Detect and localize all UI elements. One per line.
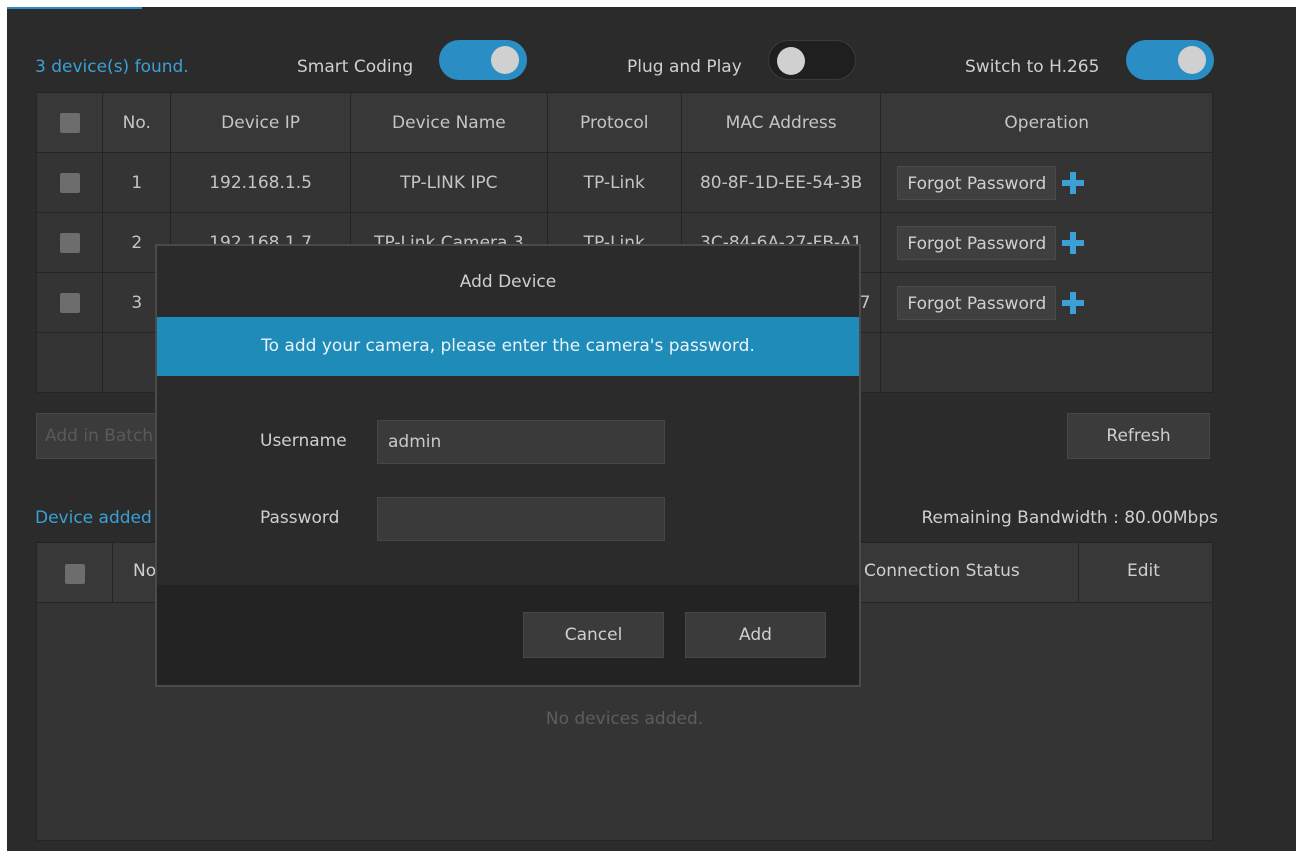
checkbox-icon xyxy=(59,292,80,313)
add-device-dialog: Add Device To add your camera, please en… xyxy=(155,244,861,687)
remaining-bandwidth: Remaining Bandwidth : 80.00Mbps xyxy=(921,508,1219,528)
toggle-knob xyxy=(777,47,805,75)
no-devices-message: No devices added. xyxy=(545,709,704,729)
cell-name: TP-LINK IPC xyxy=(350,152,548,213)
forgot-password-button[interactable]: Forgot Password xyxy=(897,165,1057,200)
forgot-password-button[interactable]: Forgot Password xyxy=(897,225,1057,260)
cancel-button[interactable]: Cancel xyxy=(523,612,664,658)
smart-coding-label: Smart Coding xyxy=(297,57,414,77)
col-operation: Operation xyxy=(880,92,1213,153)
add-device-plus-icon[interactable] xyxy=(1062,291,1085,314)
cell-ip: 192.168.1.5 xyxy=(170,152,352,213)
username-input[interactable] xyxy=(377,420,665,464)
switch-h265-label: Switch to H.265 xyxy=(965,57,1100,77)
cell-no: 1 xyxy=(102,152,172,213)
toggle-knob xyxy=(491,46,519,74)
empty-cell xyxy=(35,332,104,393)
checkbox-icon xyxy=(64,563,85,584)
cell-operation: Forgot Password xyxy=(880,212,1213,273)
dialog-title: Add Device xyxy=(459,272,557,292)
dialog-instruction-banner: To add your camera, please enter the cam… xyxy=(157,317,859,376)
device-added-title: Device added xyxy=(35,508,152,528)
table-header-row: No. Device IP Device Name Protocol MAC A… xyxy=(35,92,1213,153)
select-all-added-checkbox[interactable] xyxy=(37,543,113,602)
col-device-name: Device Name xyxy=(350,92,548,153)
row-checkbox[interactable] xyxy=(35,272,104,333)
checkbox-icon xyxy=(59,172,80,193)
col-protocol: Protocol xyxy=(546,92,682,153)
col-no: No. xyxy=(102,92,172,153)
active-tab-indicator xyxy=(7,7,142,9)
toggle-knob xyxy=(1178,46,1206,74)
add-device-plus-icon[interactable] xyxy=(1062,231,1085,254)
devices-found-count: 3 device(s) found. xyxy=(35,57,189,77)
row-checkbox[interactable] xyxy=(35,152,104,213)
cell-operation: Forgot Password xyxy=(880,152,1213,213)
row-checkbox[interactable] xyxy=(35,212,104,273)
username-label: Username xyxy=(260,431,347,451)
col-edit: Edit xyxy=(1127,561,1160,581)
device-scan-panel: 3 device(s) found. Smart Coding Plug and… xyxy=(7,7,1296,851)
col-connection-status: Connection Status xyxy=(864,561,1020,581)
col-mac-address: MAC Address xyxy=(680,92,882,153)
smart-coding-toggle[interactable] xyxy=(439,40,527,80)
add-in-batch-button[interactable]: Add in Batch xyxy=(36,413,166,459)
switch-h265-toggle[interactable] xyxy=(1126,40,1214,80)
refresh-button[interactable]: Refresh xyxy=(1067,413,1210,459)
add-device-plus-icon[interactable] xyxy=(1062,171,1085,194)
password-input[interactable] xyxy=(377,497,665,541)
cell-operation: Forgot Password xyxy=(880,272,1213,333)
empty-cell xyxy=(880,332,1213,393)
plug-and-play-toggle[interactable] xyxy=(768,40,856,80)
dialog-footer: Cancel Add xyxy=(157,585,859,685)
column-divider xyxy=(1078,543,1079,602)
table-row[interactable]: 1 192.168.1.5 TP-LINK IPC TP-Link 80-8F-… xyxy=(35,152,1213,213)
password-label: Password xyxy=(260,508,340,528)
cell-mac: 80-8F-1D-EE-54-3B xyxy=(680,152,882,213)
checkbox-icon xyxy=(59,232,80,253)
cell-protocol: TP-Link xyxy=(546,152,682,213)
forgot-password-button[interactable]: Forgot Password xyxy=(897,285,1057,320)
plug-and-play-label: Plug and Play xyxy=(627,57,742,77)
col-device-ip: Device IP xyxy=(170,92,352,153)
checkbox-icon xyxy=(59,112,80,133)
add-button[interactable]: Add xyxy=(685,612,826,658)
select-all-found-checkbox[interactable] xyxy=(35,92,104,153)
